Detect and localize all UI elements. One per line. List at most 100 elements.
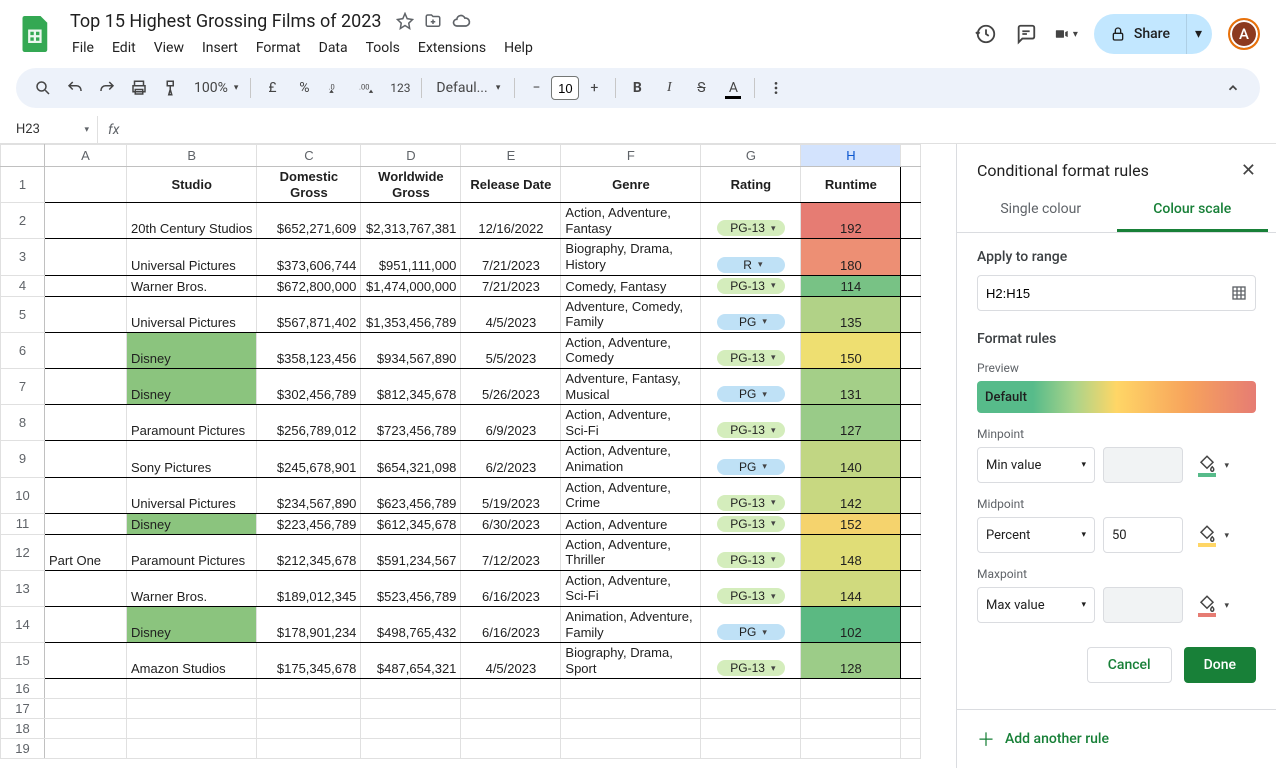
cell[interactable]: 127 <box>801 405 901 441</box>
menu-insert[interactable]: Insert <box>194 36 246 60</box>
cell[interactable]: Adventure, Comedy, Family <box>561 296 701 332</box>
range-input[interactable] <box>977 275 1256 311</box>
row-header-8[interactable]: 8 <box>1 405 45 441</box>
cell[interactable]: R▾ <box>701 239 801 275</box>
tab-colour-scale[interactable]: Colour scale <box>1117 189 1269 232</box>
account-avatar[interactable]: A <box>1228 18 1260 50</box>
row-header-1[interactable]: 1 <box>1 167 45 203</box>
column-header-F[interactable]: F <box>561 145 701 167</box>
range-text[interactable] <box>986 286 1231 301</box>
cell[interactable]: Action, Adventure, Sci-Fi <box>561 570 701 606</box>
cell[interactable]: $358,123,456 <box>257 332 361 368</box>
rating-chip[interactable]: PG-13▾ <box>717 588 785 604</box>
cell[interactable]: $2,313,767,381 <box>361 203 461 239</box>
cell[interactable]: $523,456,789 <box>361 570 461 606</box>
row-header-6[interactable]: 6 <box>1 332 45 368</box>
cell[interactable]: PG-13▾ <box>701 332 801 368</box>
cell[interactable] <box>45 405 127 441</box>
cell[interactable] <box>45 332 127 368</box>
decrease-fontsize-button[interactable]: − <box>521 73 551 103</box>
cell[interactable]: $591,234,567 <box>361 534 461 570</box>
minpoint-color-button[interactable]: ▾ <box>1191 449 1223 481</box>
menu-help[interactable]: Help <box>496 36 541 60</box>
cell[interactable]: 144 <box>801 570 901 606</box>
column-header-D[interactable]: D <box>361 145 461 167</box>
column-header-E[interactable]: E <box>461 145 561 167</box>
cell[interactable]: Warner Bros. <box>127 275 257 296</box>
cell[interactable]: 20th Century Studios <box>127 203 257 239</box>
sheets-logo[interactable] <box>16 14 56 54</box>
search-menus-icon[interactable] <box>28 73 58 103</box>
midpoint-color-button[interactable]: ▾ <box>1191 519 1223 551</box>
strikethrough-button[interactable]: S <box>686 73 716 103</box>
rating-chip[interactable]: PG-13▾ <box>717 220 785 236</box>
cell[interactable] <box>45 368 127 404</box>
cell[interactable] <box>45 296 127 332</box>
cell[interactable]: 12/16/2022 <box>461 203 561 239</box>
zoom-select[interactable]: 100%▾ <box>188 73 244 103</box>
cell[interactable]: $373,606,744 <box>257 239 361 275</box>
cell[interactable]: 6/16/2023 <box>461 570 561 606</box>
row-header-2[interactable]: 2 <box>1 203 45 239</box>
name-box[interactable]: H23▾ <box>8 116 98 143</box>
cell[interactable]: Action, Adventure, Fantasy <box>561 203 701 239</box>
cell[interactable]: 7/12/2023 <box>461 534 561 570</box>
cancel-button[interactable]: Cancel <box>1087 647 1172 683</box>
cell[interactable]: $1,353,456,789 <box>361 296 461 332</box>
cell[interactable]: Action, Adventure, Crime <box>561 477 701 513</box>
rating-chip[interactable]: PG▾ <box>717 624 785 640</box>
row-header-13[interactable]: 13 <box>1 570 45 606</box>
row-header-18[interactable]: 18 <box>1 719 45 739</box>
cell[interactable]: 114 <box>801 275 901 296</box>
document-title[interactable]: Top 15 Highest Grossing Films of 2023 <box>64 9 387 34</box>
cell[interactable]: Action, Adventure, Thriller <box>561 534 701 570</box>
cell[interactable] <box>45 477 127 513</box>
tab-single-colour[interactable]: Single colour <box>965 189 1117 232</box>
cell[interactable]: $623,456,789 <box>361 477 461 513</box>
cell[interactable]: Paramount Pictures <box>127 405 257 441</box>
cell[interactable]: 150 <box>801 332 901 368</box>
cell[interactable]: Disney <box>127 513 257 534</box>
meet-icon[interactable]: ▾ <box>1054 22 1078 46</box>
cell[interactable]: PG▾ <box>701 368 801 404</box>
row-header-19[interactable]: 19 <box>1 739 45 759</box>
italic-button[interactable]: I <box>654 73 684 103</box>
column-header-G[interactable]: G <box>701 145 801 167</box>
cell[interactable]: 7/21/2023 <box>461 239 561 275</box>
preview-gradient[interactable]: Default <box>977 381 1256 413</box>
redo-icon[interactable] <box>92 73 122 103</box>
spreadsheet-grid[interactable]: ABCDEFGH1StudioDomestic GrossWorldwide G… <box>0 144 956 768</box>
cell[interactable] <box>45 275 127 296</box>
cell[interactable]: Sony Pictures <box>127 441 257 477</box>
column-header-C[interactable]: C <box>257 145 361 167</box>
cell[interactable]: $498,765,432 <box>361 607 461 643</box>
cell[interactable] <box>45 441 127 477</box>
row-header-16[interactable]: 16 <box>1 679 45 699</box>
menu-extensions[interactable]: Extensions <box>410 36 494 60</box>
cell[interactable]: 142 <box>801 477 901 513</box>
rating-chip[interactable]: PG-13▾ <box>717 660 785 676</box>
cell[interactable]: Warner Bros. <box>127 570 257 606</box>
cell[interactable]: 180 <box>801 239 901 275</box>
midpoint-select[interactable]: Percent▾ <box>977 517 1095 553</box>
cell[interactable]: 102 <box>801 607 901 643</box>
cell[interactable]: $302,456,789 <box>257 368 361 404</box>
cell[interactable]: Part One <box>45 534 127 570</box>
rating-chip[interactable]: PG-13▾ <box>717 422 785 438</box>
midpoint-value[interactable]: 50 <box>1103 517 1183 553</box>
cell[interactable]: Action, Adventure, Comedy <box>561 332 701 368</box>
cell[interactable]: 192 <box>801 203 901 239</box>
cell[interactable]: Biography, Drama, Sport <box>561 643 701 679</box>
rating-chip[interactable]: PG-13▾ <box>717 552 785 568</box>
cell[interactable] <box>45 239 127 275</box>
cell[interactable]: $612,345,678 <box>361 513 461 534</box>
cell[interactable]: PG-13▾ <box>701 203 801 239</box>
cell[interactable]: PG▾ <box>701 441 801 477</box>
minpoint-select[interactable]: Min value▾ <box>977 447 1095 483</box>
menu-file[interactable]: File <box>64 36 102 60</box>
cell[interactable]: Amazon Studios <box>127 643 257 679</box>
move-icon[interactable] <box>423 11 443 31</box>
row-header-12[interactable]: 12 <box>1 534 45 570</box>
cell[interactable]: Biography, Drama, History <box>561 239 701 275</box>
cell[interactable]: 128 <box>801 643 901 679</box>
